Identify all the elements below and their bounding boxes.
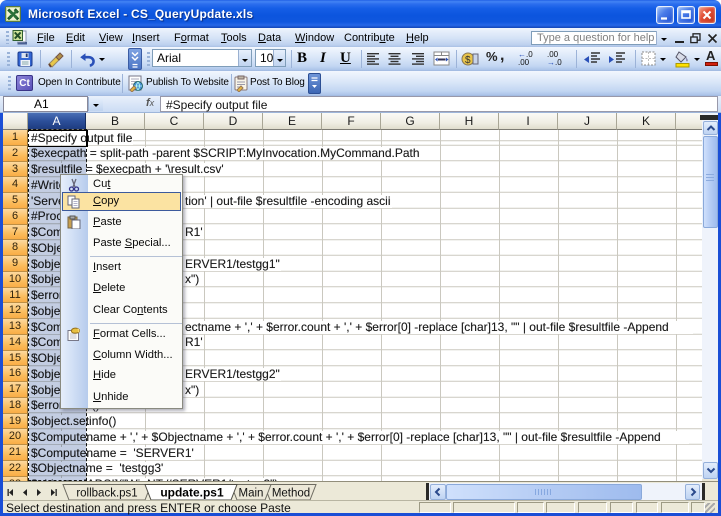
svg-text:Main: Main [239,487,264,499]
svg-text:update.ps1: update.ps1 [160,485,224,499]
svg-text:rollback.ps1: rollback.ps1 [76,487,137,499]
svg-text:Method: Method [272,487,310,499]
svg-text:$: $ [465,55,471,66]
